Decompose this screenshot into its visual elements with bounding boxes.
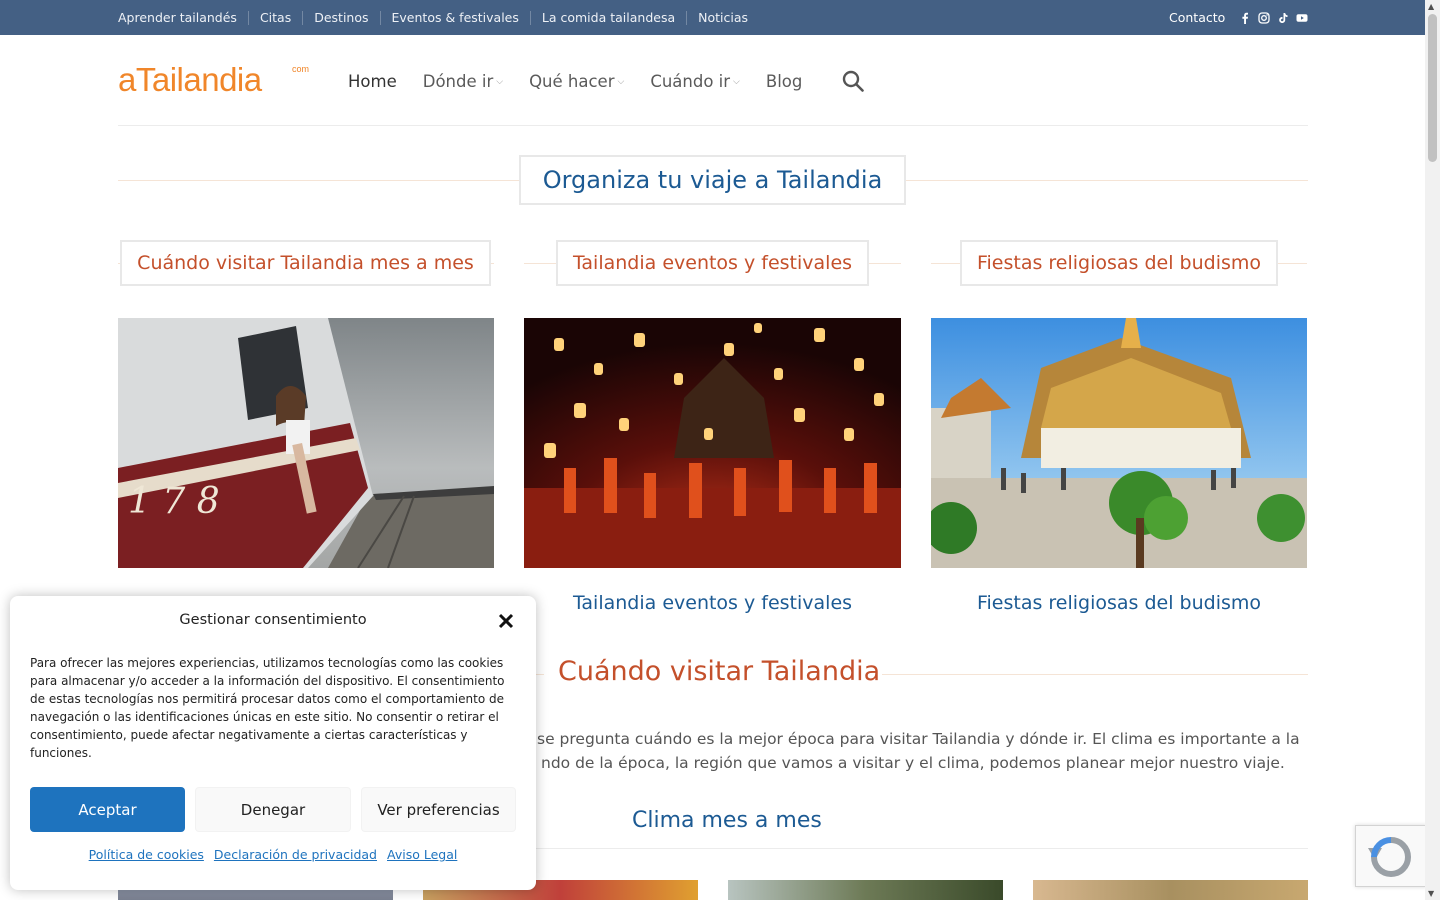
top-link-noticias[interactable]: Noticias xyxy=(686,10,759,25)
nav-donde-ir[interactable]: Dónde ir ⌵ xyxy=(423,72,503,91)
top-link-citas[interactable]: Citas xyxy=(247,10,302,25)
month-thumbnail[interactable] xyxy=(1033,880,1308,900)
nav-que-hacer-label: Qué hacer xyxy=(529,71,615,91)
header-divider xyxy=(118,125,1308,126)
accept-button[interactable]: Aceptar xyxy=(30,787,185,832)
column-title-cuando[interactable]: Cuándo visitar Tailandia mes a mes xyxy=(120,240,491,286)
lantern-festival-photo[interactable] xyxy=(524,318,901,568)
consent-links: Política de cookies Declaración de priva… xyxy=(10,847,536,862)
chevron-down-icon: ⌵ xyxy=(617,77,625,87)
contact-link[interactable]: Contacto xyxy=(1169,10,1225,25)
nav-cuando-ir-label: Cuándo ir xyxy=(650,71,731,91)
nav-home[interactable]: Home xyxy=(348,72,397,91)
top-link-comida[interactable]: La comida tailandesa xyxy=(529,10,686,25)
nav-home-label: Home xyxy=(348,71,397,91)
heading-line xyxy=(536,674,544,675)
caption-eventos[interactable]: Tailandia eventos y festivales xyxy=(524,592,901,614)
top-link-eventos[interactable]: Eventos & festivales xyxy=(379,10,530,25)
scrollbar-thumb[interactable] xyxy=(1428,14,1437,162)
search-icon[interactable] xyxy=(842,70,864,92)
intro-paragraph: se pregunta cuándo es la mejor época par… xyxy=(537,727,1307,775)
svg-text:1 7 8: 1 7 8 xyxy=(128,481,220,522)
deny-button[interactable]: Denegar xyxy=(195,787,351,832)
cuando-heading: Cuándo visitar Tailandia xyxy=(558,656,881,687)
top-bar: Aprender tailandés Citas Destinos Evento… xyxy=(0,0,1425,35)
site-logo[interactable]: aTailandia com xyxy=(118,61,309,98)
instagram-icon[interactable] xyxy=(1258,11,1270,24)
top-link-aprender[interactable]: Aprender tailandés xyxy=(118,10,248,25)
page-title: Organiza tu viaje a Tailandia xyxy=(519,155,906,205)
scroll-up-icon[interactable]: ▲ xyxy=(1428,2,1434,11)
consent-text: Para ofrecer las mejores experiencias, u… xyxy=(30,656,505,760)
chevron-down-icon: ⌵ xyxy=(496,77,504,87)
recaptcha-icon xyxy=(1368,837,1411,877)
cookie-consent-dialog: Gestionar consentimiento Para ofrecer la… xyxy=(10,596,536,890)
preferences-button[interactable]: Ver preferencias xyxy=(361,787,516,832)
scrollbar[interactable]: ▲ ▼ xyxy=(1425,0,1440,900)
cookie-policy-link[interactable]: Política de cookies xyxy=(89,847,204,862)
youtube-icon[interactable] xyxy=(1296,12,1308,24)
nav-blog[interactable]: Blog xyxy=(766,72,802,91)
top-link-destinos[interactable]: Destinos xyxy=(302,10,379,25)
clima-heading: Clima mes a mes xyxy=(632,808,822,833)
top-links: Aprender tailandés Citas Destinos Evento… xyxy=(118,0,759,35)
logo-text: aTailandia xyxy=(118,61,262,98)
nav-cuando-ir[interactable]: Cuándo ir ⌵ xyxy=(650,72,740,91)
heading-line xyxy=(882,674,1308,675)
nav-blog-label: Blog xyxy=(765,71,803,91)
facebook-icon[interactable] xyxy=(1239,12,1251,24)
main-nav: Home Dónde ir ⌵ Qué hacer ⌵ Cuándo ir ⌵ Blo… xyxy=(348,68,828,94)
train-window-woman-photo[interactable]: 1 7 8 xyxy=(118,318,494,568)
scroll-down-icon[interactable]: ▼ xyxy=(1428,889,1434,898)
legal-notice-link[interactable]: Aviso Legal xyxy=(387,847,457,862)
consent-title: Gestionar consentimiento xyxy=(179,612,367,628)
column-title-fiestas[interactable]: Fiestas religiosas del budismo xyxy=(960,240,1278,286)
month-thumbnail[interactable] xyxy=(728,880,1003,900)
close-icon[interactable] xyxy=(497,612,515,630)
nav-donde-ir-label: Dónde ir xyxy=(422,71,494,91)
logo-suffix: com xyxy=(292,64,310,74)
tiktok-icon[interactable] xyxy=(1277,12,1289,24)
chevron-down-icon: ⌵ xyxy=(733,77,740,87)
column-title-eventos[interactable]: Tailandia eventos y festivales xyxy=(556,240,869,286)
paragraph-line-1: se pregunta cuándo es la mejor época par… xyxy=(537,730,1300,748)
paragraph-line-2: ndo de la época, la región que vamos a v… xyxy=(541,754,1285,772)
top-right: Contacto xyxy=(1169,0,1315,35)
nav-que-hacer[interactable]: Qué hacer ⌵ xyxy=(529,72,624,91)
privacy-statement-link[interactable]: Declaración de privacidad xyxy=(214,847,377,862)
recaptcha-badge[interactable] xyxy=(1355,825,1427,887)
thai-temple-photo[interactable] xyxy=(931,318,1307,568)
caption-fiestas[interactable]: Fiestas religiosas del budismo xyxy=(931,592,1307,614)
